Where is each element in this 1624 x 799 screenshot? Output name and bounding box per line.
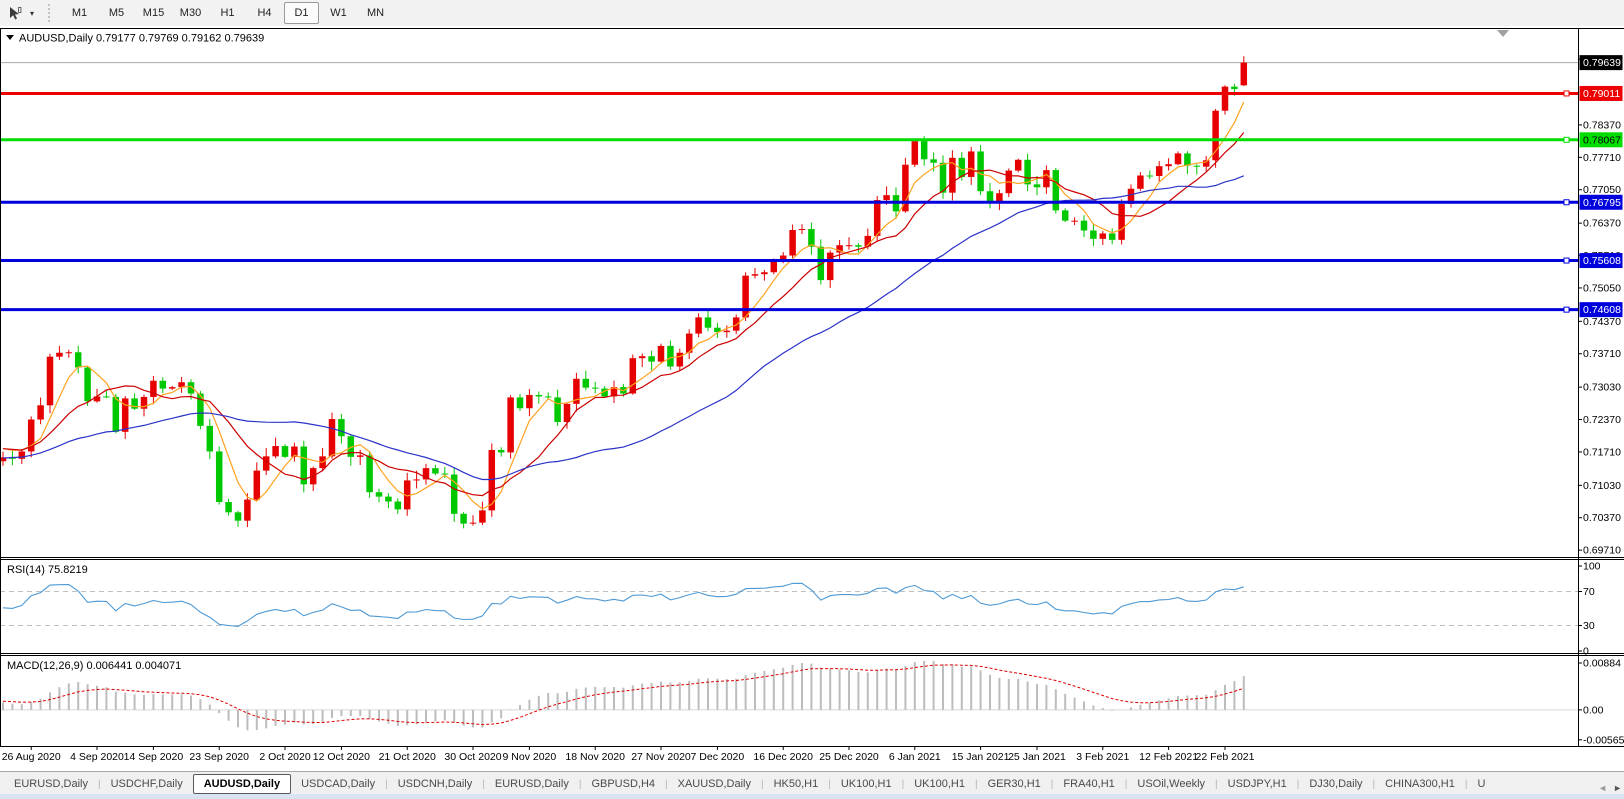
date-axis-tick: 14 Sep 2020 (124, 751, 184, 763)
top-toolbar: ▾ M1M5M15M30H1H4D1W1MN (0, 0, 1624, 27)
level-line-handle[interactable] (1564, 258, 1569, 263)
chart-tab-xauusd-daily[interactable]: XAUUSD,Daily (668, 775, 761, 794)
timeframe-button-D1[interactable]: D1 (284, 2, 319, 24)
date-axis-tick: 18 Nov 2020 (565, 751, 625, 763)
chart-tab-dj30-daily[interactable]: DJ30,Daily (1299, 775, 1372, 794)
price-level-badge-0.74608: 0.74608 (1580, 302, 1623, 317)
svg-text:0.78067: 0.78067 (1583, 134, 1621, 146)
date-axis-tick: 22 Feb 2021 (1196, 751, 1255, 763)
rsi-axis-tick: 100 (1583, 561, 1601, 573)
date-axis-tick: 25 Jan 2021 (1008, 751, 1066, 763)
price-axis-tick: 0.72370 (1583, 414, 1621, 426)
timeframe-button-M15[interactable]: M15 (136, 2, 171, 24)
price-axis-tick: 0.74370 (1583, 316, 1621, 328)
price-axis-tick: 0.73030 (1583, 382, 1621, 394)
timeframe-button-W1[interactable]: W1 (321, 2, 356, 24)
macd-axis-tick: 0.00 (1583, 704, 1604, 716)
chart-tab-usdcnh-daily[interactable]: USDCNH,Daily (388, 775, 483, 794)
rsi-axis-tick: 70 (1583, 586, 1595, 598)
level-line-handle[interactable] (1564, 307, 1569, 312)
timeframe-button-M5[interactable]: M5 (99, 2, 134, 24)
chart-tabs-bar: EURUSD,Daily|USDCHF,DailyAUDUSD,DailyUSD… (0, 771, 1624, 794)
price-level-badge-0.75608: 0.75608 (1580, 253, 1623, 268)
timeframe-button-M30[interactable]: M30 (173, 2, 208, 24)
toolbar-grip (48, 4, 54, 22)
date-axis-tick: 21 Oct 2020 (379, 751, 436, 763)
price-level-badge-0.78067: 0.78067 (1580, 132, 1623, 147)
chart-tab-usoil-weekly[interactable]: USOil,Weekly (1127, 775, 1215, 794)
chart-canvas[interactable]: AUDUSD,Daily 0.79177 0.79769 0.79162 0.7… (0, 26, 1624, 771)
chart-tab-uk100-h1[interactable]: UK100,H1 (831, 775, 902, 794)
svg-text:0.79639: 0.79639 (1583, 57, 1621, 69)
price-axis-tick: 0.77710 (1583, 152, 1621, 164)
rsi-axis-tick: 0 (1583, 646, 1589, 658)
chart-tab-usdjpy-h1[interactable]: USDJPY,H1 (1218, 775, 1297, 794)
date-axis-tick: 12 Feb 2021 (1139, 751, 1198, 763)
date-axis-tick: 15 Jan 2021 (952, 751, 1010, 763)
svg-text:0.74608: 0.74608 (1583, 304, 1621, 316)
chart-tab-uk100-h1[interactable]: UK100,H1 (904, 775, 975, 794)
date-axis-tick: 26 Aug 2020 (2, 751, 61, 763)
date-axis-tick: 3 Feb 2021 (1076, 751, 1129, 763)
price-axis-tick: 0.70370 (1583, 512, 1621, 524)
price-axis-tick: 0.73710 (1583, 348, 1621, 360)
price-axis-tick: 0.78370 (1583, 119, 1621, 131)
date-axis-tick: 9 Nov 2020 (503, 751, 557, 763)
rsi-axis-tick: 30 (1583, 620, 1595, 632)
level-line-handle[interactable] (1564, 137, 1569, 142)
date-axis-tick: 4 Sep 2020 (70, 751, 124, 763)
chart-tab-eurusd-daily[interactable]: EURUSD,Daily (4, 775, 98, 794)
level-line-handle[interactable] (1564, 200, 1569, 205)
cursor-tool-icon (8, 6, 23, 21)
date-axis-tick: 23 Sep 2020 (189, 751, 249, 763)
rsi-label: RSI(14) 75.8219 (7, 564, 88, 576)
svg-text:0.76795: 0.76795 (1583, 197, 1621, 209)
price-axis-tick: 0.69710 (1583, 545, 1621, 557)
svg-text:0.75608: 0.75608 (1583, 255, 1621, 267)
date-axis-tick: 7 Dec 2020 (691, 751, 745, 763)
date-axis-tick: 6 Jan 2021 (889, 751, 941, 763)
timeframe-button-M1[interactable]: M1 (62, 2, 97, 24)
svg-text:0.79011: 0.79011 (1583, 88, 1620, 100)
date-axis-tick: 12 Oct 2020 (313, 751, 370, 763)
price-axis-tick: 0.75050 (1583, 282, 1621, 294)
chart-tab-usdchf-daily[interactable]: USDCHF,Daily (101, 775, 193, 794)
chart-tab-fra40-h1[interactable]: FRA40,H1 (1053, 775, 1124, 794)
macd-axis-tick: 0.00884 (1583, 658, 1621, 670)
price-level-badge-0.79011: 0.79011 (1580, 86, 1623, 101)
date-axis-tick: 27 Nov 2020 (631, 751, 691, 763)
timeframe-button-H4[interactable]: H4 (247, 2, 282, 24)
bottom-strip (0, 794, 1624, 799)
price-axis-tick: 0.71710 (1583, 446, 1621, 458)
timeframe-button-MN[interactable]: MN (358, 2, 393, 24)
price-level-badge-0.76795: 0.76795 (1580, 195, 1623, 210)
timeframe-buttons: M1M5M15M30H1H4D1W1MN (62, 0, 395, 26)
timeframe-button-H1[interactable]: H1 (210, 2, 245, 24)
chart-tab-ger30-h1[interactable]: GER30,H1 (978, 775, 1051, 794)
price-axis-tick: 0.76370 (1583, 218, 1621, 230)
chart-tab-audusd-daily[interactable]: AUDUSD,Daily (193, 774, 291, 794)
cursor-tool-button[interactable] (4, 3, 26, 23)
cursor-tool-dropdown[interactable]: ▾ (26, 3, 38, 23)
current-price-badge: 0.79639 (1580, 55, 1623, 70)
chart-title-ohlc: AUDUSD,Daily 0.79177 0.79769 0.79162 0.7… (19, 33, 264, 45)
date-axis-tick: 30 Oct 2020 (444, 751, 501, 763)
chart-tab-gbpusd-h4[interactable]: GBPUSD,H4 (581, 775, 665, 794)
chart-tab-china300-h1[interactable]: CHINA300,H1 (1375, 775, 1465, 794)
price-axis-tick: 0.71030 (1583, 480, 1621, 492)
chart-tab-hk50-h1[interactable]: HK50,H1 (764, 775, 829, 794)
level-line-handle[interactable] (1564, 91, 1569, 96)
date-axis-tick: 2 Oct 2020 (259, 751, 311, 763)
date-axis-tick: 25 Dec 2020 (819, 751, 879, 763)
macd-axis-tick: -0.005651 (1583, 734, 1624, 746)
chart-tab-eurusd-daily[interactable]: EURUSD,Daily (485, 775, 579, 794)
chart-tab-u[interactable]: U (1467, 775, 1495, 794)
price-axis-tick: 0.77050 (1583, 184, 1621, 196)
date-axis-tick: 16 Dec 2020 (753, 751, 813, 763)
chart-tab-usdcad-daily[interactable]: USDCAD,Daily (291, 775, 385, 794)
macd-label: MACD(12,26,9) 0.006441 0.004071 (7, 660, 181, 672)
